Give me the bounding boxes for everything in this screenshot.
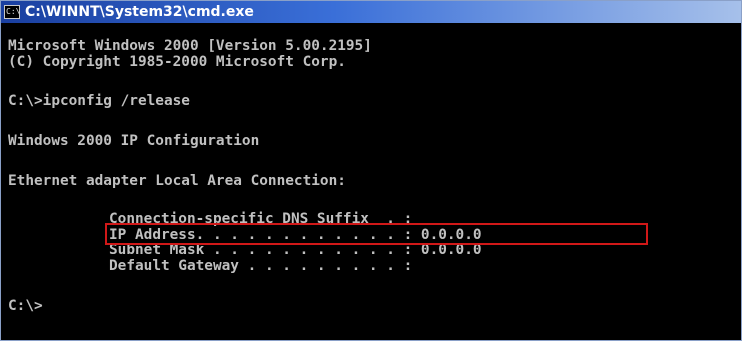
console-line-adapter: Ethernet adapter Local Area Connection:	[8, 173, 346, 189]
ip-address-highlight-box	[105, 223, 648, 245]
console-line-version: Microsoft Windows 2000 [Version 5.00.219…	[8, 38, 372, 54]
console-icon[interactable]: C:\	[4, 5, 20, 19]
title-bar[interactable]: C:\ C:\WINNT\System32\cmd.exe	[1, 1, 741, 23]
console-line-default-gateway: Default Gateway . . . . . . . . . :	[109, 258, 413, 274]
console-line-subnet-mask: Subnet Mask . . . . . . . . . . . : 0.0.…	[109, 242, 482, 258]
console-line-command: C:\>ipconfig /release	[8, 93, 190, 109]
console-line-copyright: (C) Copyright 1985-2000 Microsoft Corp.	[8, 54, 346, 70]
console-output[interactable]: Microsoft Windows 2000 [Version 5.00.219…	[8, 27, 738, 339]
cmd-window: C:\ C:\WINNT\System32\cmd.exe Microsoft …	[0, 0, 742, 341]
console-line-ip-config-header: Windows 2000 IP Configuration	[8, 133, 260, 149]
window-title: C:\WINNT\System32\cmd.exe	[25, 4, 254, 20]
console-prompt[interactable]: C:\>	[8, 299, 43, 314]
